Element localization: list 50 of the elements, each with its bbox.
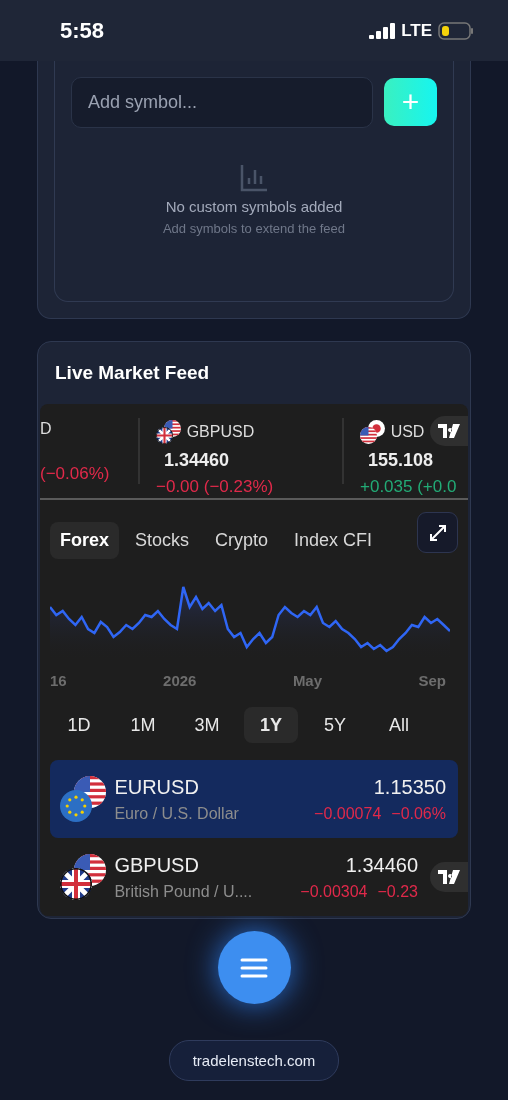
battery-icon (438, 21, 474, 40)
expand-icon (427, 522, 448, 543)
row-name: British Pound / U.... (114, 882, 253, 901)
row-percent: −0.06% (391, 804, 446, 823)
ticker-change: (−0.06%) (40, 464, 111, 484)
tradingview-logo-icon (438, 870, 460, 884)
feed-title: Live Market Feed (55, 362, 211, 384)
bar-chart-icon (240, 164, 268, 192)
menu-button[interactable] (217, 931, 291, 1004)
range-button[interactable]: 3M (180, 707, 234, 743)
row-name: Euro / U.S. Dollar (114, 804, 239, 823)
row-price: 1.34460 (345, 853, 418, 877)
range-button[interactable]: 1M (116, 707, 170, 743)
add-symbol-field[interactable]: Add symbol... (71, 77, 373, 128)
row-change: −0.00304 (300, 882, 368, 901)
market-tab[interactable]: Crypto (205, 522, 279, 559)
menu-icon (240, 956, 268, 979)
network-type: LTE (401, 20, 432, 41)
axis-label: Sep (418, 672, 446, 689)
row-change: −0.00074 (314, 804, 382, 823)
row-price: 1.15350 (373, 775, 446, 799)
status-time: 5:58 (60, 17, 105, 44)
signal-icon (369, 22, 396, 39)
ticker-change: −0.00 (−0.23%) (156, 477, 275, 497)
ticker-symbol: D (40, 420, 52, 438)
website-link[interactable]: tradelenstech.com (168, 1040, 340, 1081)
expand-button[interactable] (417, 512, 458, 553)
range-button[interactable]: 1Y (244, 707, 298, 743)
market-tab[interactable]: Stocks (125, 522, 200, 559)
axis-label: May (292, 672, 323, 689)
market-tab[interactable]: Forex (50, 522, 120, 559)
ticker-symbol: USD (390, 423, 425, 441)
symbol-row[interactable]: EURUSD 1.15350 Euro / U.S. Dollar −0.00074 −0.06% (50, 760, 458, 838)
row-percent: −0.23 (377, 882, 418, 901)
ticker-symbol: GBPUSD (186, 423, 255, 441)
market-tab[interactable]: Index CFI (284, 522, 383, 559)
row-symbol: GBPUSD (114, 853, 199, 877)
axis-label: 2026 (163, 672, 197, 689)
symbol-row[interactable]: GBPUSD 1.34460 British Pound / U.... −0.00304 −0.23 (50, 838, 458, 916)
ticker-price: 1.34460 (163, 450, 231, 471)
axis-label: 16 (50, 672, 67, 689)
empty-hint: Add symbols to extend the feed (162, 221, 346, 236)
ticker-price: 155.108 (367, 450, 435, 471)
range-button[interactable]: 1D (52, 707, 106, 743)
range-button[interactable]: All (372, 707, 426, 743)
empty-title: No custom symbols added (165, 198, 343, 215)
range-button[interactable]: 5Y (308, 707, 362, 743)
row-symbol: EURUSD (114, 775, 199, 799)
ticker-change: +0.035 (+0.0 (360, 477, 458, 497)
tradingview-logo-icon (438, 424, 460, 438)
